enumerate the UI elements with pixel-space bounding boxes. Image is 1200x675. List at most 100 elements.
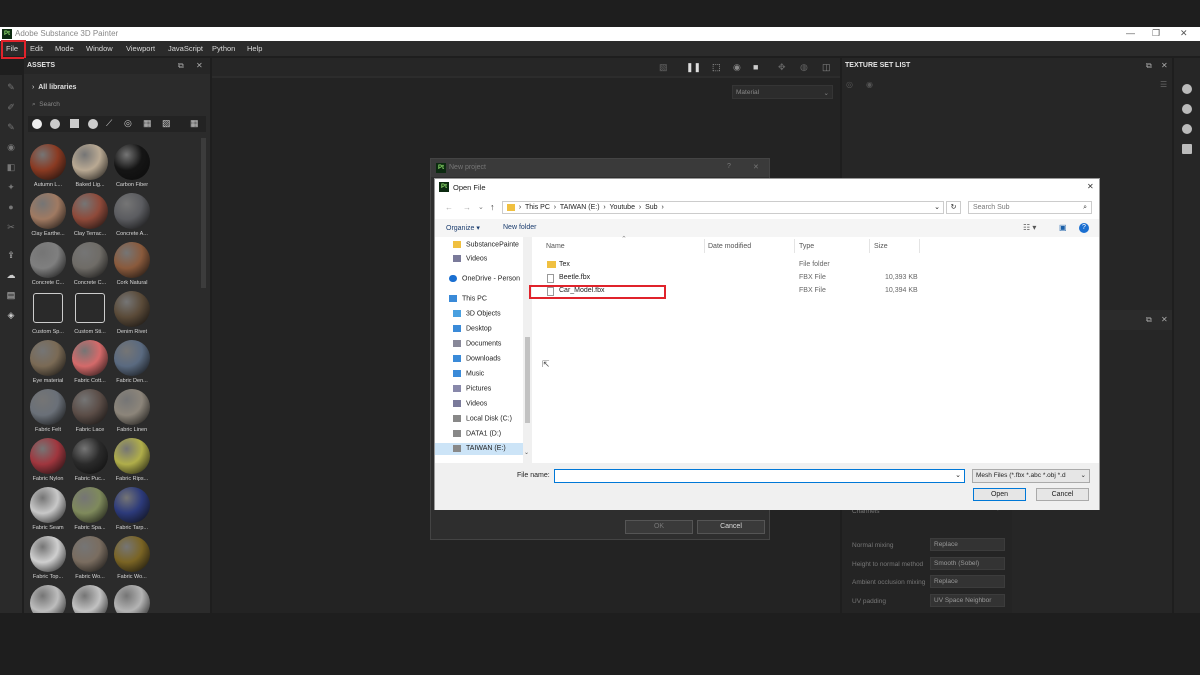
package-icon[interactable]: ◈ — [6, 311, 16, 320]
display-mode-icon[interactable]: ⬚ — [712, 62, 721, 73]
file-name-input[interactable]: ⌄ — [554, 469, 965, 483]
scroll-down-icon[interactable]: ⌄ — [524, 449, 529, 456]
back-icon[interactable]: ← — [445, 203, 453, 212]
asset-thumbnail[interactable] — [30, 193, 66, 229]
asset-thumbnail[interactable] — [72, 242, 108, 278]
paint-brush-icon[interactable]: ✎ — [6, 83, 16, 92]
picker-icon[interactable]: ● — [6, 203, 16, 212]
library-selector[interactable]: › All libraries — [32, 84, 76, 91]
wireframe-icon[interactable]: ◍ — [800, 62, 808, 73]
eraser-icon[interactable]: ✐ — [6, 103, 16, 112]
nav-item[interactable]: 3D Objects — [453, 310, 501, 317]
column-name[interactable]: Name — [546, 243, 565, 250]
asset-thumbnail[interactable] — [114, 585, 150, 613]
asset-thumbnail[interactable] — [72, 585, 108, 613]
smudge-icon[interactable]: ◧ — [6, 163, 16, 172]
chevron-down-icon[interactable]: ⌄ — [934, 202, 940, 213]
open-button[interactable]: Open — [973, 488, 1026, 501]
search-field[interactable]: Search Sub ⌕ — [968, 201, 1092, 214]
asset-thumbnail[interactable] — [30, 585, 66, 613]
column-size[interactable]: Size — [874, 243, 888, 250]
normal-mixing-select[interactable]: Replace — [930, 538, 1005, 551]
asset-thumbnail[interactable] — [114, 389, 150, 425]
grid-icon[interactable]: ▧ — [659, 62, 668, 73]
breadcrumb-this-pc[interactable]: This PC — [525, 204, 550, 211]
projection-icon[interactable]: ✎ — [6, 123, 16, 132]
menu-help[interactable]: Help — [247, 44, 262, 53]
symmetry-icon[interactable]: ✥ — [778, 62, 786, 73]
nav-item[interactable]: Videos — [453, 255, 487, 262]
export-icon[interactable]: ⇪ — [6, 251, 16, 260]
asset-thumbnail[interactable] — [30, 536, 66, 572]
uv-padding-select[interactable]: UV Space Neighbor — [930, 594, 1005, 607]
undock-icon[interactable]: ⧉ — [1146, 61, 1152, 71]
menu-javascript[interactable]: JavaScript — [168, 44, 203, 53]
view-options-icon[interactable]: ☷ ▾ — [1023, 223, 1036, 232]
nav-item[interactable]: This PC — [449, 295, 487, 302]
close-panel-icon[interactable]: ✕ — [1161, 61, 1168, 70]
asset-thumbnail[interactable] — [114, 487, 150, 523]
up-icon[interactable]: ↑ — [490, 202, 495, 212]
nav-item[interactable]: Music — [453, 370, 484, 377]
clone-icon[interactable]: ✦ — [6, 183, 16, 192]
nav-item[interactable]: TAIWAN (E:) — [435, 443, 523, 455]
display-settings-icon[interactable] — [1182, 104, 1192, 114]
help-icon[interactable]: ? — [727, 163, 731, 170]
grid-filter-icon[interactable]: ▦ — [143, 118, 152, 129]
refresh-icon[interactable]: ↻ — [946, 201, 961, 214]
nav-item[interactable]: Desktop — [453, 325, 492, 332]
chevron-down-icon[interactable]: ⌄ — [955, 471, 961, 479]
nav-item[interactable]: SubstancePainte — [453, 241, 519, 248]
document-icon[interactable]: ▤ — [6, 291, 16, 300]
asset-thumbnail[interactable] — [30, 340, 66, 376]
nav-item[interactable]: Videos — [453, 400, 487, 407]
asset-thumbnail[interactable] — [30, 487, 66, 523]
polygon-fill-icon[interactable]: ✂ — [6, 223, 16, 232]
asset-thumbnail[interactable] — [114, 144, 150, 180]
menu-window[interactable]: Window — [86, 44, 113, 53]
assets-search[interactable]: ⌕ Search — [32, 101, 202, 112]
menu-viewport[interactable]: Viewport — [126, 44, 155, 53]
minimize-icon[interactable]: — — [1126, 28, 1135, 38]
nav-item[interactable]: DATA1 (D:) — [453, 430, 501, 437]
material-filter-icon[interactable] — [32, 119, 42, 129]
close-icon[interactable]: ✕ — [1180, 28, 1188, 39]
asset-thumbnail[interactable] — [72, 340, 108, 376]
asset-thumbnail[interactable] — [72, 487, 108, 523]
undock-icon[interactable]: ⧉ — [178, 61, 184, 71]
navigation-scrollbar[interactable]: ⌄ — [523, 237, 532, 463]
asset-thumbnail[interactable] — [114, 536, 150, 572]
menu-list-icon[interactable]: ☰ — [1160, 80, 1167, 89]
asset-thumbnail[interactable] — [33, 293, 63, 323]
file-name-cell[interactable]: Tex — [559, 261, 570, 268]
restore-icon[interactable]: ❐ — [1152, 28, 1160, 39]
preview-pane-icon[interactable]: ▣ — [1059, 223, 1067, 232]
history-icon[interactable] — [1182, 124, 1192, 134]
menu-edit[interactable]: Edit — [30, 44, 43, 53]
file-name-cell[interactable]: Beetle.fbx — [559, 274, 590, 281]
ao-mixing-select[interactable]: Replace — [930, 575, 1005, 588]
recent-chevron-icon[interactable]: ⌄ — [478, 203, 484, 211]
asset-thumbnail[interactable] — [75, 293, 105, 323]
camera-icon[interactable]: ■ — [753, 62, 758, 72]
assets-scrollbar[interactable] — [201, 138, 206, 288]
material-select[interactable]: Material ⌄ — [732, 85, 833, 99]
nav-item[interactable]: OneDrive - Person — [449, 275, 520, 282]
organize-button[interactable]: Organize ▾ — [446, 224, 480, 232]
file-type-select[interactable]: Mesh Files (*.fbx *.abc *.obj *.d ⌄ — [972, 469, 1090, 483]
asset-thumbnail[interactable] — [72, 144, 108, 180]
hide-icon[interactable]: ◎ — [846, 80, 853, 89]
forward-icon[interactable]: → — [463, 203, 471, 212]
undock-icon[interactable]: ⧉ — [1146, 315, 1152, 325]
texture-filter-icon[interactable] — [70, 119, 79, 128]
pause-icon[interactable]: ❚❚ — [686, 62, 701, 73]
cancel-button[interactable]: Cancel — [697, 520, 765, 534]
nav-item[interactable]: Local Disk (C:) — [453, 415, 512, 422]
nav-item[interactable]: Pictures — [453, 385, 491, 392]
address-bar[interactable]: › This PC › TAIWAN (E:) › Youtube › Sub … — [502, 201, 944, 214]
alpha-filter-icon[interactable] — [88, 119, 98, 129]
menu-python[interactable]: Python — [212, 44, 235, 53]
filter-icon[interactable]: ◎ — [124, 118, 132, 129]
smart-material-filter-icon[interactable] — [50, 119, 60, 129]
asset-thumbnail[interactable] — [30, 144, 66, 180]
